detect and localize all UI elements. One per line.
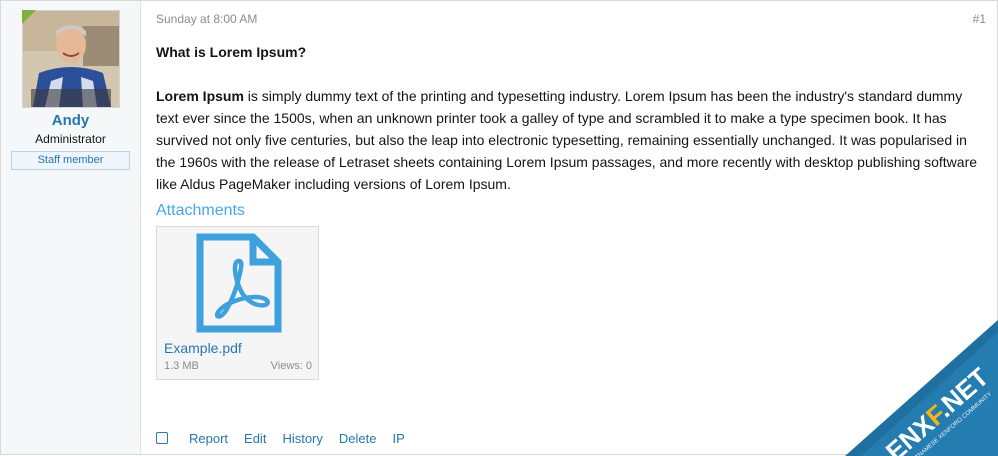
post-body-lead: Lorem Ipsum xyxy=(156,88,244,104)
post-actions-bar: Report Edit History Delete IP xyxy=(156,430,421,446)
post-number[interactable]: #1 xyxy=(973,12,986,26)
post-body-text: is simply dummy text of the printing and… xyxy=(156,88,978,192)
username[interactable]: Andy xyxy=(1,112,140,129)
post-date[interactable]: Sunday at 8:00 AM xyxy=(156,12,257,26)
message-user-column: Andy Administrator Staff member xyxy=(1,1,141,454)
user-title: Administrator xyxy=(35,132,106,146)
delete-link[interactable]: Delete xyxy=(339,431,377,446)
select-post-checkbox[interactable] xyxy=(156,432,168,444)
attachment-card[interactable]: Example.pdf 1.3 MB Views: 0 xyxy=(156,226,319,380)
watermark-logo: ENXF.NET VIETNAMESE XENFORO COMMUNITY xyxy=(845,319,998,456)
attachment-size: 1.3 MB xyxy=(164,360,199,372)
avatar[interactable] xyxy=(22,10,120,108)
reply-button[interactable]: ➥ Reply xyxy=(941,402,986,417)
online-indicator xyxy=(22,10,36,24)
ip-link[interactable]: IP xyxy=(392,431,404,446)
post-title: What is Lorem Ipsum? xyxy=(156,44,307,60)
avatar-image xyxy=(23,11,119,107)
watermark: ENXF.NET VIETNAMESE XENFORO COMMUNITY xyxy=(839,319,998,456)
attachments-heading: Attachments xyxy=(156,202,245,219)
pdf-file-icon xyxy=(196,233,282,333)
history-link[interactable]: History xyxy=(282,431,322,446)
report-link[interactable]: Report xyxy=(189,431,228,446)
staff-banner: Staff member xyxy=(11,151,130,170)
post-body: Lorem Ipsum is simply dummy text of the … xyxy=(156,85,988,195)
edit-link[interactable]: Edit xyxy=(244,431,266,446)
reply-label: Reply xyxy=(952,402,986,417)
post-container: Andy Administrator Staff member Sunday a… xyxy=(0,0,998,456)
attachment-name[interactable]: Example.pdf xyxy=(164,340,242,356)
attachment-views: Views: 0 xyxy=(270,360,312,372)
reply-arrow-icon: ➥ xyxy=(940,403,951,417)
